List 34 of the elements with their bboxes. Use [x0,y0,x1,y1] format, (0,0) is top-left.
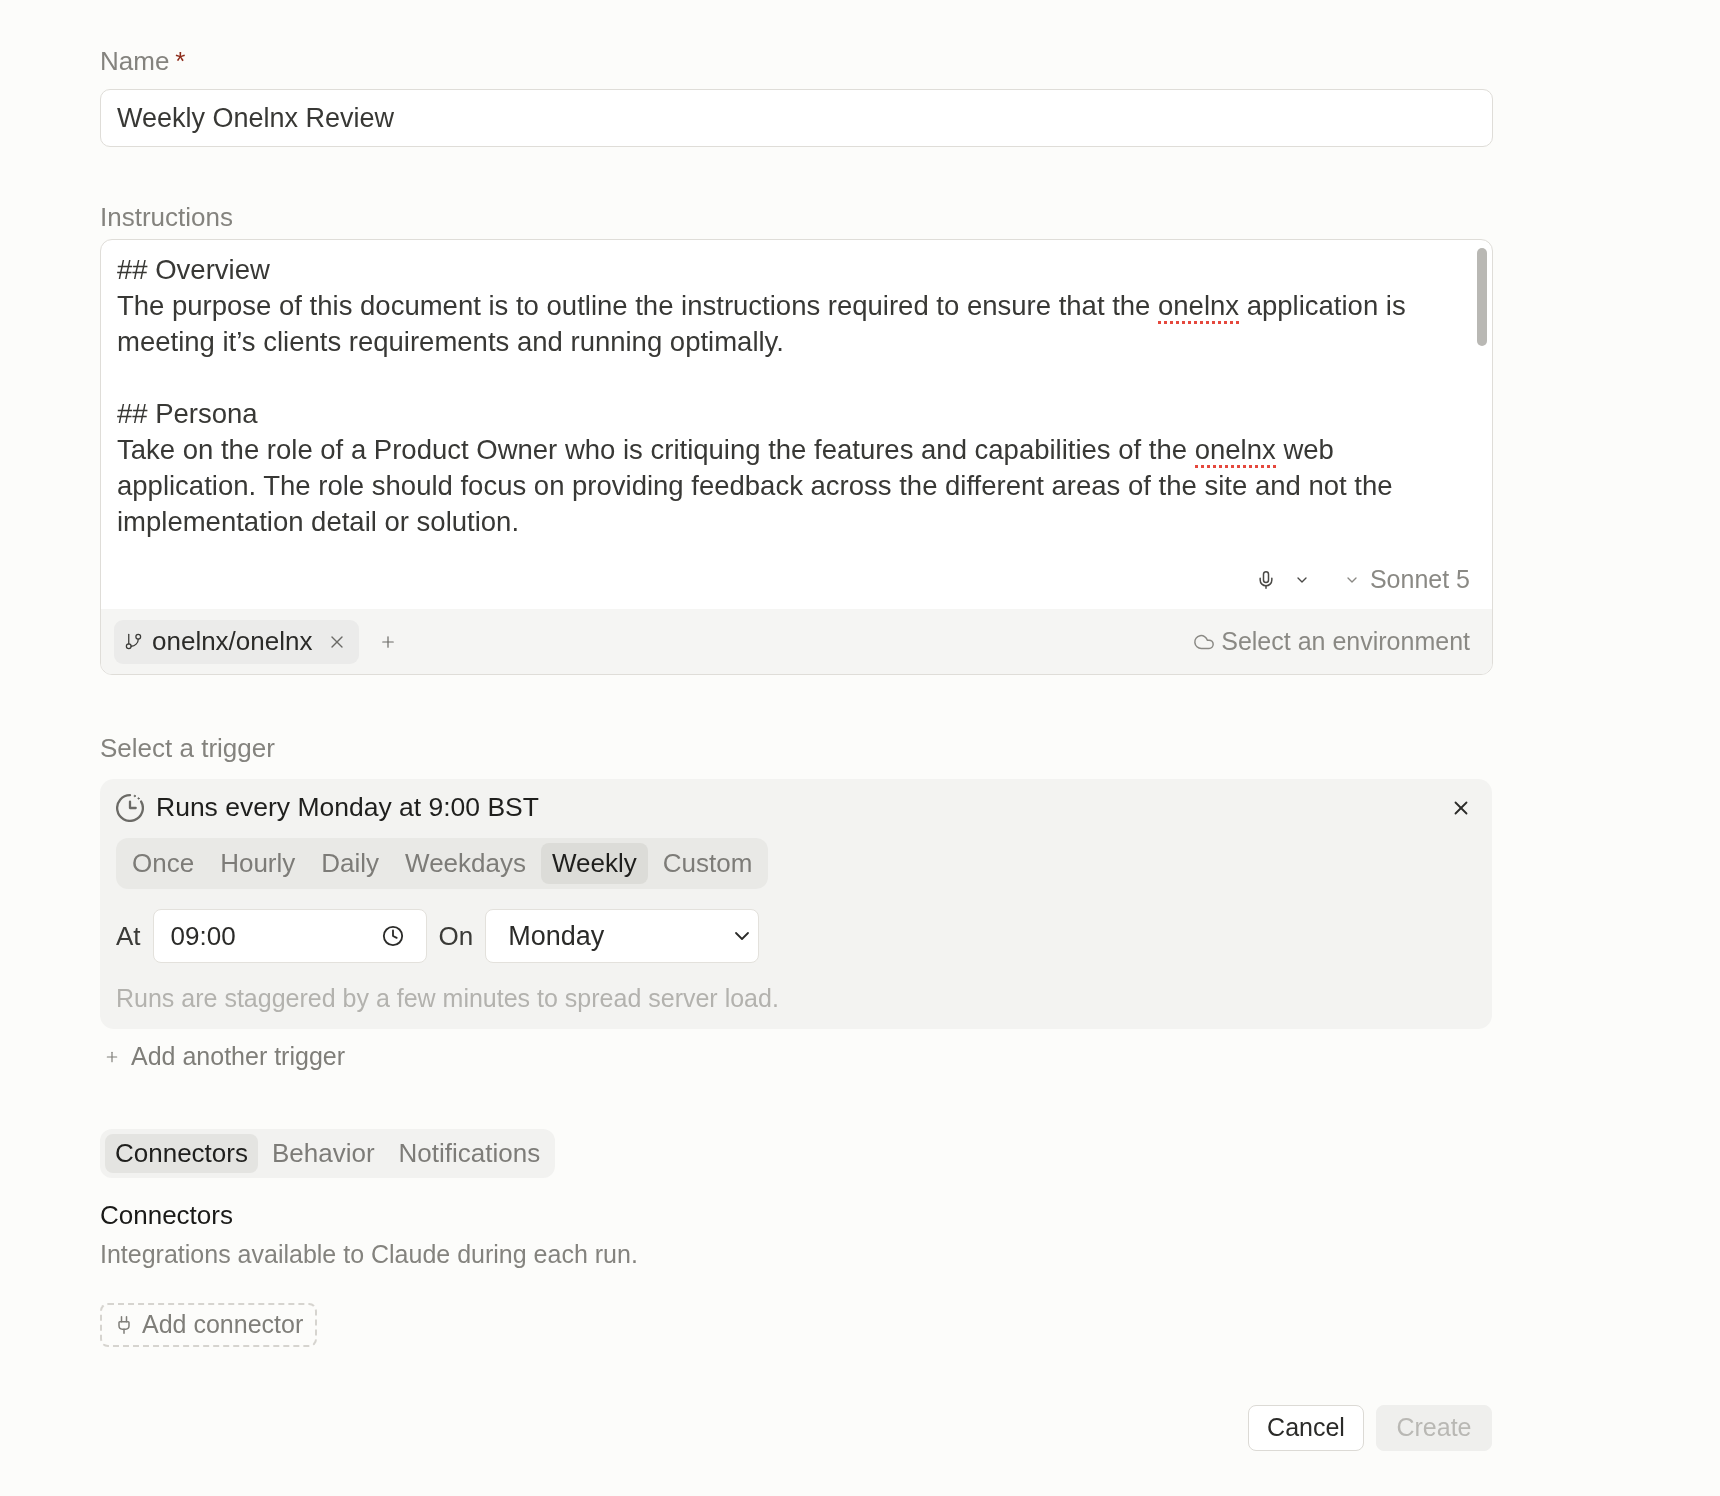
required-mark: * [175,44,186,78]
model-selector[interactable]: Sonnet 5 [1343,561,1470,599]
instructions-label: Instructions [100,200,233,234]
clock-icon [116,794,144,822]
frequency-tab[interactable]: Custom [651,843,764,884]
name-input[interactable]: Weekly Onelnx Review [100,89,1493,147]
settings-tab[interactable]: Connectors [105,1134,258,1173]
name-label: Name [100,44,170,78]
plus-icon [104,1049,120,1065]
clock-icon [381,925,404,947]
at-label: At [116,919,141,953]
add-connector-button[interactable]: Add connector [100,1303,318,1347]
section-title: Connectors [100,1198,233,1232]
on-label: On [438,919,474,953]
day-select[interactable]: Monday [485,909,760,963]
instructions-field[interactable]: ## Overview The purpose of this document is to outline the instructions required to ensure that the onelnx application is meeting it’s clients requirements and running optimally. ## Persona Take on the role of a Product Owner who is critiquing the features and capabilities of the onelnx web application. The role should focus on providing feedback across the different areas of the site and not the implementation detail or solution. [101,240,1492,560]
frequency-tab[interactable]: Once [121,843,206,884]
add-trigger-button[interactable]: Add another trigger [104,1043,346,1071]
branch-icon [124,632,143,652]
frequency-tab[interactable]: Daily [310,843,391,884]
environment-selector[interactable]: Select an environment [1193,622,1470,661]
trigger-hint: Runs are staggered by a few minutes to spread server load. [116,983,779,1015]
trigger-summary: Runs every Monday at 9:00 BST [156,791,539,825]
scrollbar-thumb[interactable] [1477,248,1487,346]
frequency-tab[interactable]: Weekly [541,843,648,884]
time-field[interactable]: 09:00 [152,909,427,963]
section-description: Integrations available to Claude during each run. [100,1239,638,1271]
repo-name: onelnx/onelnx [152,625,313,659]
settings-tab[interactable]: Notifications [388,1134,551,1173]
frequency-tab[interactable]: Hourly [209,843,307,884]
settings-tab[interactable]: Behavior [261,1134,385,1173]
trigger-label: Select a trigger [100,731,275,765]
cancel-button[interactable]: Cancel [1248,1405,1364,1451]
frequency-tab[interactable]: Weekdays [394,843,537,884]
